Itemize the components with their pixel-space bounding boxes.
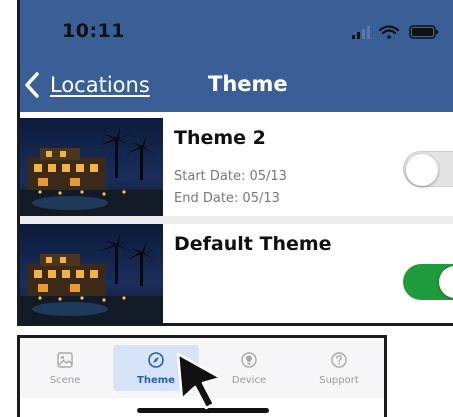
- tab-bar: Scene Theme Device Support: [20, 338, 384, 398]
- theme-row[interactable]: Theme 2 Start Date: 05/13 End Date: 05/1…: [20, 118, 453, 218]
- tab-label: Support: [319, 375, 359, 386]
- compass-icon: [147, 351, 165, 369]
- theme-thumbnail: [20, 118, 163, 218]
- battery-icon: [409, 25, 438, 39]
- help-icon: [330, 351, 348, 369]
- theme-toggle[interactable]: [403, 264, 453, 300]
- tab-bar-panel: Scene Theme Device Support: [17, 335, 387, 417]
- page-title: Theme: [208, 72, 288, 96]
- tab-label: Device: [231, 375, 267, 386]
- tab-device[interactable]: Device: [206, 345, 292, 391]
- theme-name: Theme 2: [174, 127, 266, 149]
- status-time: 10:11: [62, 20, 125, 42]
- device-icon: [240, 351, 258, 369]
- tab-scene[interactable]: Scene: [22, 345, 108, 391]
- theme-toggle[interactable]: [403, 151, 453, 187]
- theme-screen: 10:11 Locations Theme Theme 2 Start Date…: [17, 0, 453, 326]
- back-button-label: Locations: [50, 73, 150, 97]
- theme-start-date: Start Date: 05/13: [174, 169, 287, 184]
- tab-theme[interactable]: Theme: [113, 345, 199, 391]
- row-divider: [20, 216, 453, 224]
- toggle-knob: [406, 154, 438, 186]
- chevron-left-icon: [25, 72, 39, 98]
- cellular-signal-icon: [352, 26, 370, 39]
- tab-support[interactable]: Support: [296, 345, 382, 391]
- home-indicator[interactable]: [137, 408, 269, 413]
- tab-label: Scene: [49, 375, 81, 386]
- theme-row[interactable]: Default Theme: [20, 224, 453, 323]
- status-icons: [352, 24, 442, 40]
- tab-label: Theme: [137, 375, 175, 386]
- wifi-icon: [378, 25, 400, 39]
- image-icon: [56, 351, 74, 369]
- theme-end-date: End Date: 05/13: [174, 191, 280, 206]
- back-button[interactable]: Locations: [24, 70, 150, 100]
- theme-thumbnail: [20, 224, 163, 323]
- theme-name: Default Theme: [174, 233, 332, 255]
- toggle-knob: [439, 266, 453, 298]
